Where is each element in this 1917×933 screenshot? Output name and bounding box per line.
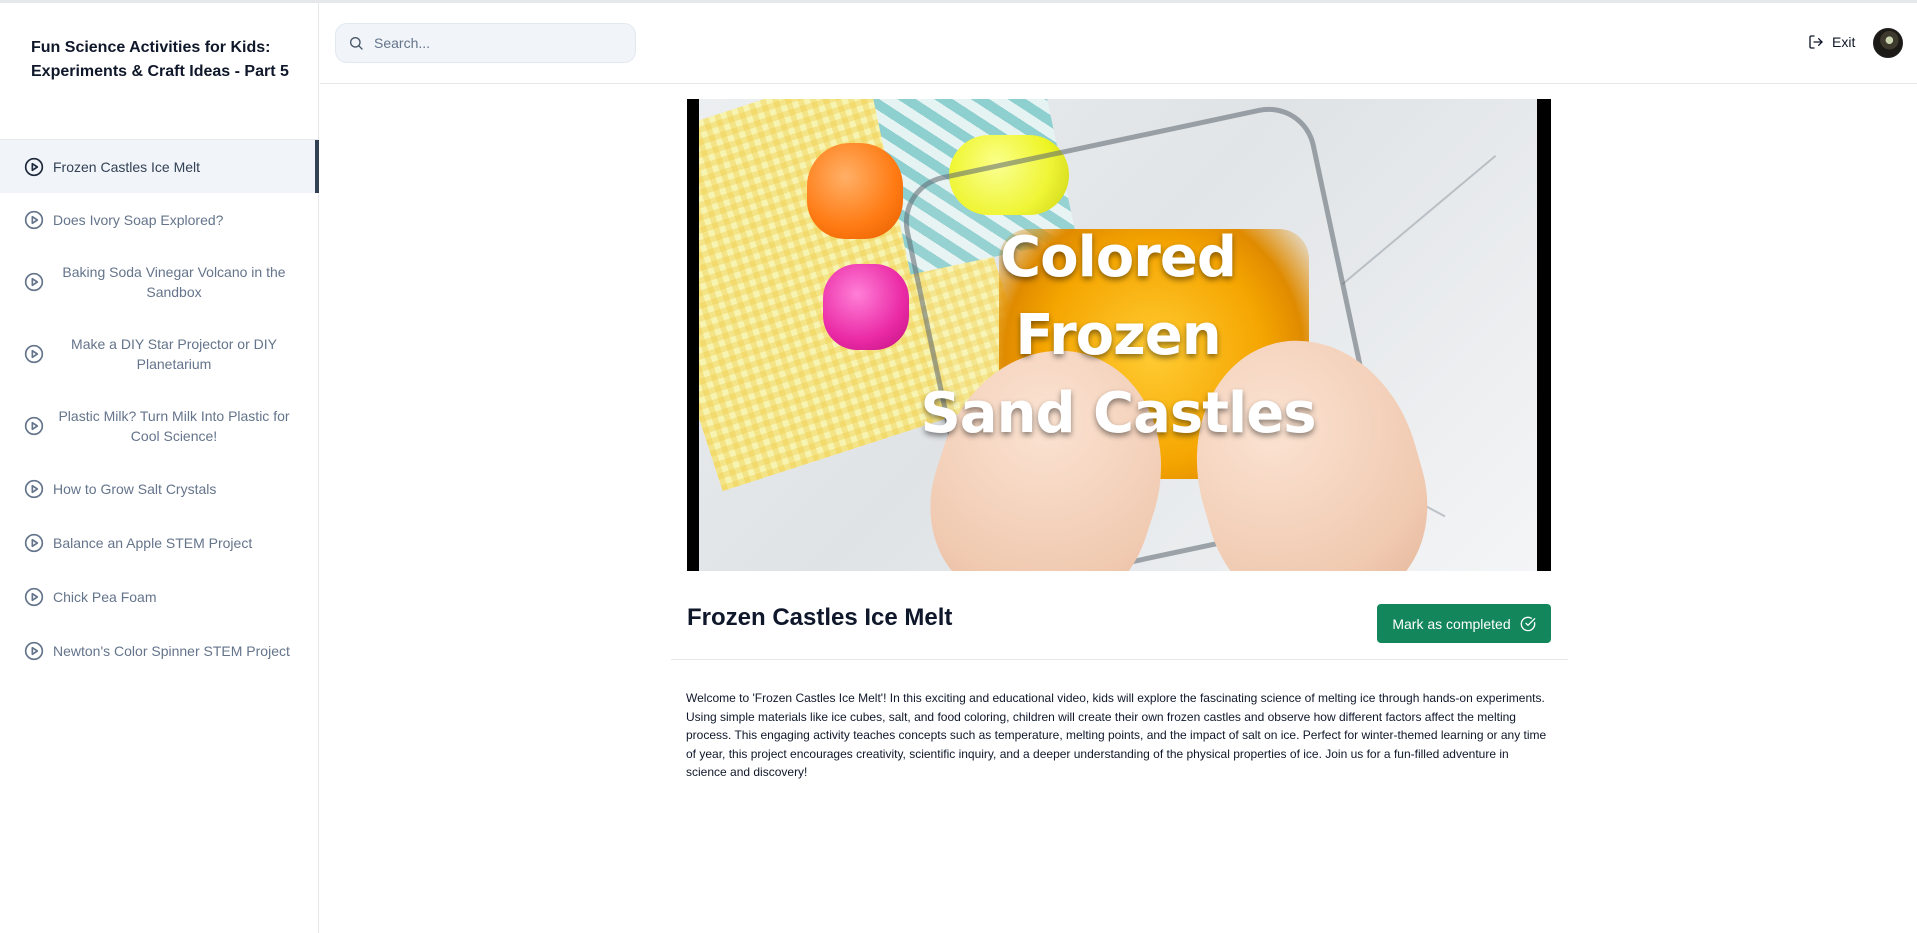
lesson-label: Frozen Castles Ice Melt xyxy=(53,158,201,175)
lesson-label: Balance an Apple STEM Project xyxy=(53,535,253,551)
play-circle-icon xyxy=(24,344,44,364)
video-overlay-text: Colored Frozen Sand Castles xyxy=(699,219,1537,453)
play-circle-icon xyxy=(24,416,44,436)
content-divider xyxy=(671,659,1568,660)
play-circle-icon xyxy=(24,533,44,553)
exit-button[interactable]: Exit xyxy=(1808,34,1855,50)
play-circle-icon xyxy=(24,272,44,292)
lesson-item-volcano[interactable]: Baking Soda Vinegar Volcano in the Sandb… xyxy=(0,246,319,318)
lesson-label: Chick Pea Foam xyxy=(53,589,157,605)
play-circle-icon xyxy=(24,587,44,607)
lesson-title: Frozen Castles Ice Melt xyxy=(687,604,953,631)
play-circle-icon xyxy=(24,210,44,230)
play-circle-icon xyxy=(24,479,44,499)
course-title: Fun Science Activities for Kids: Experim… xyxy=(31,39,289,80)
lesson-item-color-spinner[interactable]: Newton's Color Spinner STEM Project xyxy=(0,624,319,678)
search-input[interactable] xyxy=(374,35,614,51)
play-circle-icon xyxy=(24,641,44,661)
search-box[interactable] xyxy=(335,23,636,63)
lesson-label: Does Ivory Soap Explored? xyxy=(53,211,224,228)
overlay-line-3: Sand Castles xyxy=(920,381,1316,446)
lesson-item-ivory-soap[interactable]: Does Ivory Soap Explored? xyxy=(0,193,319,246)
video-player[interactable]: Colored Frozen Sand Castles xyxy=(687,99,1551,571)
lesson-label: Newton's Color Spinner STEM Project xyxy=(53,643,290,659)
check-circle-icon xyxy=(1520,616,1535,631)
lesson-label: Make a DIY Star Projector or DIY Planeta… xyxy=(71,336,277,372)
avatar[interactable] xyxy=(1873,28,1903,58)
lesson-item-plastic-milk[interactable]: Plastic Milk? Turn Milk Into Plastic for… xyxy=(0,390,319,462)
lesson-item-balance-apple[interactable]: Balance an Apple STEM Project xyxy=(0,516,319,570)
top-header: Exit xyxy=(320,3,1917,84)
mark-completed-label: Mark as completed xyxy=(1392,615,1511,632)
lesson-item-salt-crystals[interactable]: How to Grow Salt Crystals xyxy=(0,462,319,516)
lesson-description: Welcome to 'Frozen Castles Ice Melt'! In… xyxy=(686,691,1547,780)
search-icon xyxy=(350,37,363,50)
overlay-line-1: Colored xyxy=(1000,225,1237,290)
overlay-line-2: Frozen xyxy=(1015,303,1221,368)
exit-label: Exit xyxy=(1832,34,1856,50)
lesson-label: How to Grow Salt Crystals xyxy=(53,481,217,497)
log-out-icon xyxy=(1809,35,1823,49)
lesson-item-star-projector[interactable]: Make a DIY Star Projector or DIY Planeta… xyxy=(0,318,319,390)
mark-completed-button[interactable]: Mark as completed xyxy=(1377,604,1551,643)
play-circle-icon xyxy=(24,157,44,177)
video-thumbnail: Colored Frozen Sand Castles xyxy=(699,99,1537,571)
lesson-item-chick-pea-foam[interactable]: Chick Pea Foam xyxy=(0,570,319,624)
lesson-item-frozen-castles[interactable]: Frozen Castles Ice Melt xyxy=(0,140,319,193)
lesson-label: Baking Soda Vinegar Volcano in the Sandb… xyxy=(62,264,286,300)
lesson-list: Frozen Castles Ice Melt Does Ivory Soap … xyxy=(0,140,319,678)
sidebar: Fun Science Activities for Kids: Experim… xyxy=(0,3,319,933)
lesson-label: Plastic Milk? Turn Milk Into Plastic for… xyxy=(58,408,290,444)
